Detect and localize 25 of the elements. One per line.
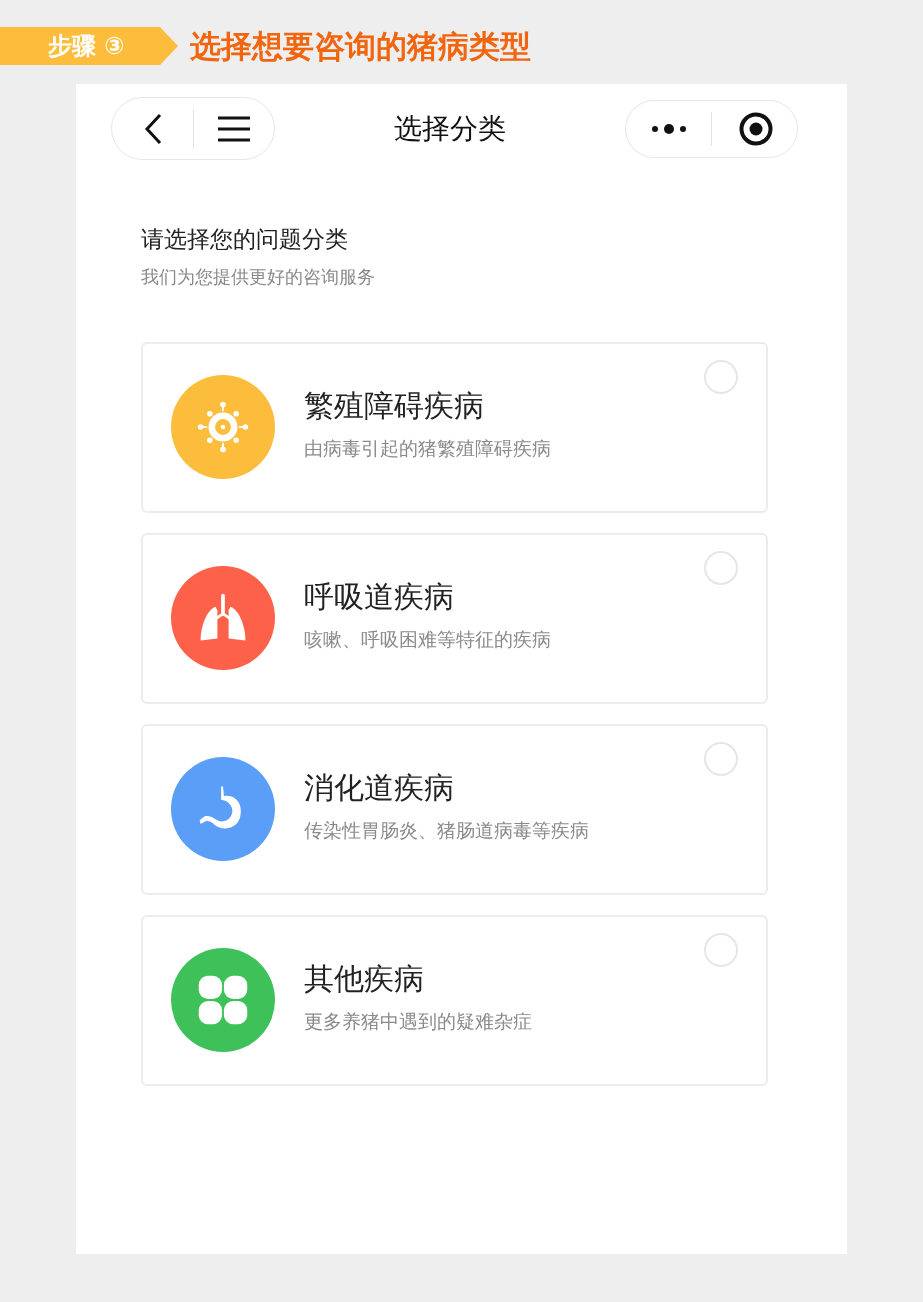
radio-button[interactable] [704,359,738,394]
virus-icon [195,399,251,455]
category-description: 传染性胃肠炎、猪肠道病毒等疾病 [304,818,589,844]
category-card[interactable]: 其他疾病 更多养猪中遇到的疑难杂症 [141,914,768,1086]
category-title: 繁殖障碍疾病 [304,387,485,426]
category-card[interactable]: 繁殖障碍疾病 由病毒引起的猪繁殖障碍疾病 [141,341,768,513]
step-label: 步骤 ③ [0,27,178,65]
close-icon[interactable] [739,111,773,146]
section-heading: 请选择您的问题分类 [141,225,349,254]
radio-button[interactable] [704,550,738,585]
category-card[interactable]: 呼吸道疾病 咳嗽、呼吸困难等特征的疾病 [141,532,768,704]
radio-button[interactable] [704,741,738,776]
category-title: 消化道疾病 [304,769,455,808]
section-subtitle: 我们为您提供更好的咨询服务 [141,264,376,289]
category-description: 更多养猪中遇到的疑难杂症 [304,1009,532,1035]
category-description: 咳嗽、呼吸困难等特征的疾病 [304,627,551,653]
menu-icon[interactable] [218,115,250,142]
category-description: 由病毒引起的猪繁殖障碍疾病 [304,436,551,462]
category-card[interactable]: 消化道疾病 传染性胃肠炎、猪肠道病毒等疾病 [141,723,768,895]
category-title: 呼吸道疾病 [304,578,455,617]
step-title: 选择想要咨询的猪病类型 [190,30,531,62]
more-icon[interactable] [651,122,687,135]
radio-button[interactable] [704,932,738,967]
category-title: 其他疾病 [304,960,425,999]
page-title: 选择分类 [394,111,506,145]
